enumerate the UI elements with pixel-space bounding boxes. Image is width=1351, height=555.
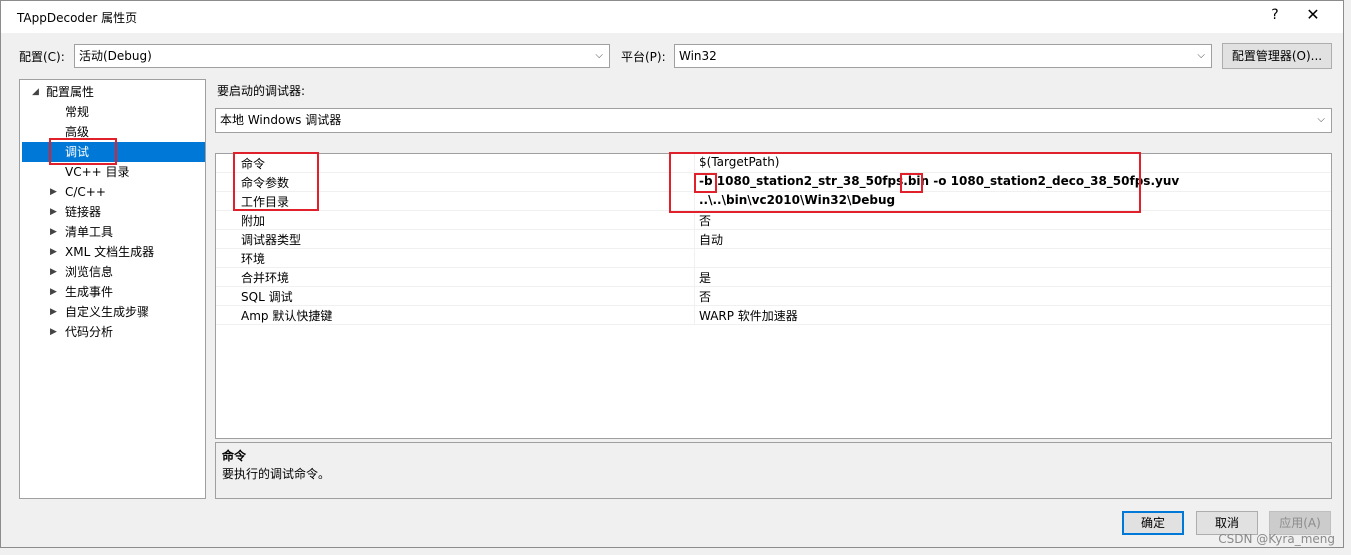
property-value[interactable]: 否 xyxy=(699,288,711,305)
expand-icon[interactable]: ▶ xyxy=(50,202,57,222)
description-title: 命令 xyxy=(222,449,247,463)
property-value[interactable]: $(TargetPath) xyxy=(699,155,779,169)
tree-item-label: 代码分析 xyxy=(65,325,114,339)
property-name: 工作目录 xyxy=(241,195,290,209)
tree-root[interactable]: ◢ 配置属性 xyxy=(32,82,95,102)
property-name: 合并环境 xyxy=(241,271,290,285)
platform-dropdown[interactable]: Win32 ⌵ xyxy=(674,44,1212,68)
tree-selection-highlight xyxy=(22,142,205,162)
window-title: TAppDecoder 属性页 xyxy=(17,11,138,25)
help-icon[interactable]: ? xyxy=(1263,7,1287,27)
tree-root-label: 配置属性 xyxy=(46,85,95,99)
debugger-label: 要启动的调试器: xyxy=(217,84,306,98)
tree-item-label: 调试 xyxy=(65,145,90,159)
tree-item-label: C/C++ xyxy=(65,185,106,199)
tree-item-debugging[interactable]: 调试 xyxy=(65,142,89,162)
description-text: 要执行的调试命令。 xyxy=(222,467,331,481)
property-name: 调试器类型 xyxy=(241,233,302,247)
property-row[interactable]: SQL 调试 否 xyxy=(216,287,1331,306)
ok-button[interactable]: 确定 xyxy=(1122,511,1184,535)
config-label: 配置(C): xyxy=(19,50,65,64)
property-grid: 命令 $(TargetPath) 命令参数 -b 1080_station2_str… xyxy=(215,153,1332,439)
tree-item-label: XML 文档生成器 xyxy=(65,245,155,259)
property-row[interactable]: 调试器类型 自动 xyxy=(216,230,1331,249)
debugger-value: 本地 Windows 调试器 xyxy=(220,113,342,127)
property-row[interactable]: 附加 否 xyxy=(216,211,1331,230)
tree-item-manifest-tool[interactable]: ▶ 清单工具 xyxy=(50,222,114,242)
expand-icon[interactable]: ▶ xyxy=(50,282,57,302)
description-panel: 命令 要执行的调试命令。 xyxy=(215,442,1332,499)
tree-item-general[interactable]: 常规 xyxy=(65,102,89,122)
tree-item-label: VC++ 目录 xyxy=(65,165,130,179)
config-manager-button[interactable]: 配置管理器(O)... xyxy=(1222,43,1332,69)
platform-label: 平台(P): xyxy=(621,50,666,64)
tree-item-label: 常规 xyxy=(65,105,90,119)
close-icon[interactable]: ✕ xyxy=(1301,5,1325,29)
property-value[interactable]: -b 1080_station2_str_38_50fps.bin -o 108… xyxy=(699,174,1179,188)
property-value[interactable]: 是 xyxy=(699,269,711,286)
tree-item-label: 链接器 xyxy=(65,205,102,219)
property-row[interactable]: 合并环境 是 xyxy=(216,268,1331,287)
watermark: CSDN @Kyra_meng xyxy=(1218,532,1335,546)
expand-icon[interactable]: ▶ xyxy=(50,242,57,262)
expand-icon[interactable]: ▶ xyxy=(50,302,57,322)
tree-item-cpp[interactable]: ▶ C/C++ xyxy=(50,182,106,202)
config-value: 活动(Debug) xyxy=(79,49,152,63)
tree-item-label: 清单工具 xyxy=(65,225,114,239)
property-name: 环境 xyxy=(241,252,266,266)
property-name: 命令参数 xyxy=(241,176,290,190)
property-row[interactable]: 工作目录 ..\..\bin\vc2010\Win32\Debug xyxy=(216,192,1331,211)
property-tree[interactable]: ◢ 配置属性 常规 高级 调试 VC++ 目录 ▶ C/C++ ▶ 链接器 ▶ 清单工… xyxy=(19,79,206,499)
expand-icon[interactable]: ▶ xyxy=(50,182,57,202)
tree-item-label: 浏览信息 xyxy=(65,265,114,279)
property-value[interactable]: WARP 软件加速器 xyxy=(699,307,798,324)
tree-item-custom-build[interactable]: ▶ 自定义生成步骤 xyxy=(50,302,150,322)
tree-item-vc-directories[interactable]: VC++ 目录 xyxy=(65,162,130,182)
property-value[interactable]: ..\..\bin\vc2010\Win32\Debug xyxy=(699,193,895,207)
property-row[interactable]: 命令 $(TargetPath) xyxy=(216,154,1331,173)
property-name: SQL 调试 xyxy=(241,290,293,304)
tree-item-build-events[interactable]: ▶ 生成事件 xyxy=(50,282,114,302)
tree-item-label: 高级 xyxy=(65,125,90,139)
platform-value: Win32 xyxy=(679,49,717,63)
tree-item-label: 自定义生成步骤 xyxy=(65,305,150,319)
title-bar: TAppDecoder 属性页 ? ✕ xyxy=(1,1,1343,33)
expand-icon[interactable]: ▶ xyxy=(50,322,57,342)
expand-icon[interactable]: ▶ xyxy=(50,222,57,242)
property-row[interactable]: Amp 默认快捷键 WARP 软件加速器 xyxy=(216,306,1331,325)
property-row[interactable]: 命令参数 -b 1080_station2_str_38_50fps.bin -o… xyxy=(216,173,1331,192)
property-pages-dialog: TAppDecoder 属性页 ? ✕ 配置(C): 活动(Debug) ⌵ 平… xyxy=(0,0,1344,548)
property-name: 命令 xyxy=(241,157,266,171)
expand-icon[interactable]: ▶ xyxy=(50,262,57,282)
collapse-icon[interactable]: ◢ xyxy=(32,82,39,102)
debugger-dropdown[interactable]: 本地 Windows 调试器 ⌵ xyxy=(215,108,1332,133)
chevron-down-icon: ⌵ xyxy=(1317,114,1325,125)
property-name: Amp 默认快捷键 xyxy=(241,309,333,323)
config-dropdown[interactable]: 活动(Debug) ⌵ xyxy=(74,44,610,68)
tree-item-label: 生成事件 xyxy=(65,285,114,299)
tree-item-browse-info[interactable]: ▶ 浏览信息 xyxy=(50,262,114,282)
tree-item-xml-doc[interactable]: ▶ XML 文档生成器 xyxy=(50,242,155,262)
property-name: 附加 xyxy=(241,214,266,228)
property-row[interactable]: 环境 xyxy=(216,249,1331,268)
chevron-down-icon: ⌵ xyxy=(1197,50,1205,61)
tree-item-code-analysis[interactable]: ▶ 代码分析 xyxy=(50,322,114,342)
tree-item-advanced[interactable]: 高级 xyxy=(65,122,89,142)
property-value[interactable]: 自动 xyxy=(699,231,723,248)
property-value[interactable]: 否 xyxy=(699,212,711,229)
tree-item-linker[interactable]: ▶ 链接器 xyxy=(50,202,102,222)
chevron-down-icon: ⌵ xyxy=(595,50,603,61)
